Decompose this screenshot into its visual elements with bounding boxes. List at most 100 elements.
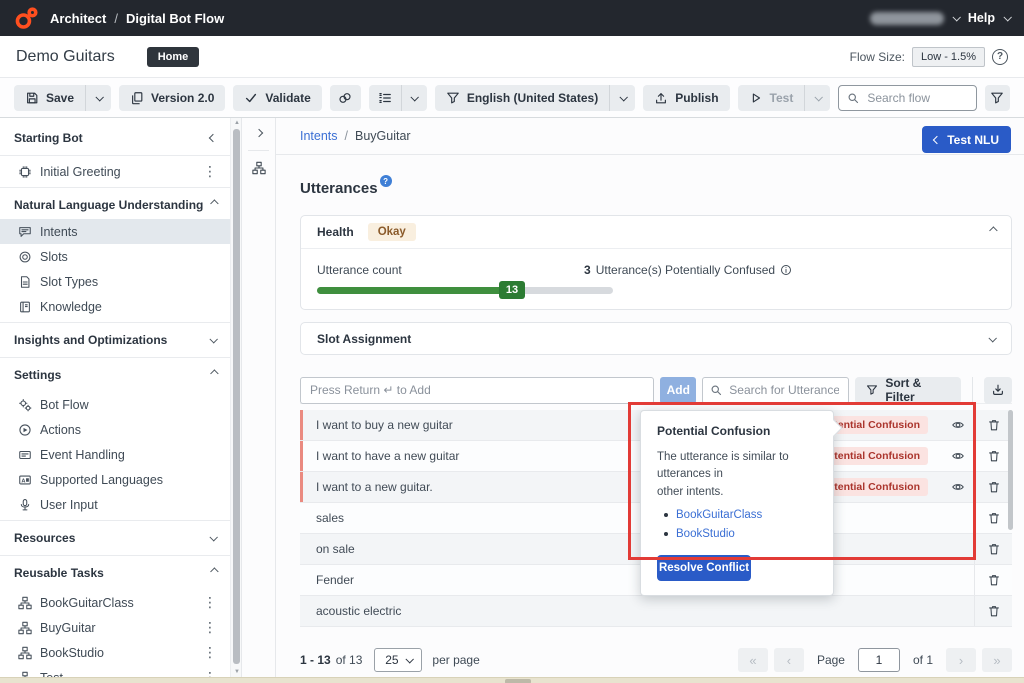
link-button[interactable] (330, 85, 361, 111)
publish-button[interactable]: Publish (643, 85, 729, 111)
info-icon[interactable] (780, 264, 792, 276)
search-flow-input[interactable] (865, 90, 967, 106)
sidebar-item-supported-languages[interactable]: A Supported Languages (0, 467, 230, 492)
nlu-label: Natural Language Understanding (14, 198, 203, 212)
sidebar-section-insights[interactable]: Insights and Optimizations (0, 326, 230, 354)
top-header-bar: Architect / Digital Bot Flow Help (0, 0, 1024, 36)
sidebar-item-knowledge[interactable]: Knowledge (0, 294, 230, 319)
kebab-menu-icon[interactable]: ⋮ (203, 621, 217, 635)
popup-body-line1: The utterance is similar to utterances i… (657, 449, 817, 484)
delete-utterance-button[interactable] (974, 565, 1012, 595)
language-selector[interactable]: English (United States) (435, 85, 609, 111)
delete-utterance-button[interactable] (974, 534, 1012, 564)
view-confusion-button[interactable] (942, 418, 974, 432)
sidebar-item-actions[interactable]: Actions (0, 417, 230, 442)
page-size-select[interactable]: 25 (374, 648, 422, 672)
delete-utterance-button[interactable] (974, 410, 1012, 440)
view-confusion-button[interactable] (942, 480, 974, 494)
validate-button[interactable]: Validate (233, 85, 321, 111)
delete-utterance-button[interactable] (974, 596, 1012, 626)
language-menu-button[interactable] (609, 85, 635, 111)
intent-link[interactable]: BookStudio (676, 528, 735, 540)
add-utterance-input[interactable] (300, 377, 654, 404)
sort-filter-button[interactable]: Sort & Filter (855, 377, 960, 404)
sidebar-section-reusable-tasks[interactable]: Reusable Tasks (0, 559, 230, 587)
search-icon (847, 92, 859, 104)
test-button[interactable]: Test (738, 85, 805, 111)
sidebar-section-starting-bot[interactable]: Starting Bot (0, 124, 230, 152)
sidebar-item-slots[interactable]: Slots (0, 244, 230, 269)
search-flow-box[interactable] (838, 85, 976, 111)
page-number-input[interactable] (858, 648, 900, 672)
delete-utterance-button[interactable] (974, 441, 1012, 471)
save-button[interactable]: Save (14, 85, 85, 111)
utterance-row[interactable]: acoustic electric (300, 596, 1012, 627)
version-button[interactable]: Version 2.0 (119, 85, 225, 111)
sidebar-item-initial-greeting[interactable]: Initial Greeting ⋮ (0, 159, 230, 184)
list-view-button[interactable] (369, 85, 401, 111)
sidebar-scrollbar[interactable]: ▲ ▼ (230, 118, 242, 677)
user-menu-chevron-icon[interactable] (952, 13, 960, 21)
divider (972, 377, 973, 404)
add-utterance-button[interactable]: Add (660, 377, 696, 404)
sidebar-item-bot-flow[interactable]: Bot Flow (0, 392, 230, 417)
sidebar-item-task[interactable]: BookStudio ⋮ (0, 640, 230, 665)
sidebar-item-intents[interactable]: Intents (0, 219, 230, 244)
expand-panel-button[interactable] (242, 118, 275, 148)
next-page-button[interactable]: › (946, 648, 976, 672)
eye-icon (951, 480, 965, 494)
scrollbar-thumb[interactable] (233, 129, 240, 664)
home-badge[interactable]: Home (147, 47, 200, 67)
save-menu-button[interactable] (85, 85, 111, 111)
utterance-text[interactable]: acoustic electric (316, 604, 974, 618)
sidebar-item-task[interactable]: BuyGuitar ⋮ (0, 615, 230, 640)
bullet-icon (664, 513, 668, 517)
test-menu-button[interactable] (804, 85, 830, 111)
utterances-help-icon[interactable]: ? (380, 175, 392, 187)
breadcrumb: Intents / BuyGuitar (276, 118, 1024, 155)
slot-assignment-panel[interactable]: Slot Assignment (300, 322, 1012, 355)
sidebar-item-task[interactable]: BookGuitarClass ⋮ (0, 590, 230, 615)
test-nlu-button[interactable]: Test NLU (922, 126, 1011, 153)
sidebar-section-resources[interactable]: Resources (0, 524, 230, 552)
search-utterance-input[interactable] (727, 382, 841, 398)
sidebar-item-slot-types[interactable]: Slot Types (0, 269, 230, 294)
sidebar-item-event-handling[interactable]: Event Handling (0, 442, 230, 467)
resolve-conflict-button[interactable]: Resolve Conflict (657, 555, 751, 581)
view-confusion-button[interactable] (942, 449, 974, 463)
toolbar-filter-button[interactable] (985, 85, 1010, 111)
help-menu[interactable]: Help (968, 11, 995, 25)
user-menu-name-redacted[interactable] (870, 12, 944, 25)
import-utterances-button[interactable] (984, 377, 1012, 404)
table-scrollbar-thumb[interactable] (1008, 410, 1013, 530)
trash-icon (987, 542, 1001, 556)
sidebar-item-task[interactable]: Test ⋮ (0, 665, 230, 677)
flow-size-help-icon[interactable]: ? (992, 49, 1008, 65)
kebab-menu-icon[interactable]: ⋮ (203, 596, 217, 610)
sidebar-section-settings[interactable]: Settings (0, 361, 230, 389)
confusion-stripe (300, 410, 303, 440)
chevron-down-icon[interactable] (988, 334, 996, 342)
prev-page-button[interactable]: ‹ (774, 648, 804, 672)
breadcrumb-intents-link[interactable]: Intents (300, 129, 338, 143)
sidebar-section-nlu[interactable]: Natural Language Understanding (0, 191, 230, 219)
health-panel-header[interactable]: Health Okay (301, 216, 1011, 249)
chevron-up-icon[interactable] (989, 226, 997, 234)
list-view-menu-button[interactable] (401, 85, 427, 111)
delete-utterance-button[interactable] (974, 472, 1012, 502)
sidebar-item-user-input[interactable]: User Input (0, 492, 230, 517)
language-selector-label: English (United States) (467, 91, 598, 105)
search-utterance-box[interactable] (702, 377, 849, 404)
last-page-button[interactable]: » (982, 648, 1012, 672)
divider (0, 155, 230, 156)
breadcrumb-separator: / (114, 11, 118, 26)
help-menu-chevron-icon[interactable] (1003, 13, 1011, 21)
chip-icon (18, 165, 32, 179)
kebab-menu-icon[interactable]: ⋮ (203, 646, 217, 660)
flow-view-button[interactable] (242, 153, 275, 183)
first-page-button[interactable]: « (738, 648, 768, 672)
collapse-left-icon (209, 134, 217, 142)
kebab-menu-icon[interactable]: ⋮ (203, 165, 217, 179)
delete-utterance-button[interactable] (974, 503, 1012, 533)
intent-link[interactable]: BookGuitarClass (676, 509, 762, 521)
